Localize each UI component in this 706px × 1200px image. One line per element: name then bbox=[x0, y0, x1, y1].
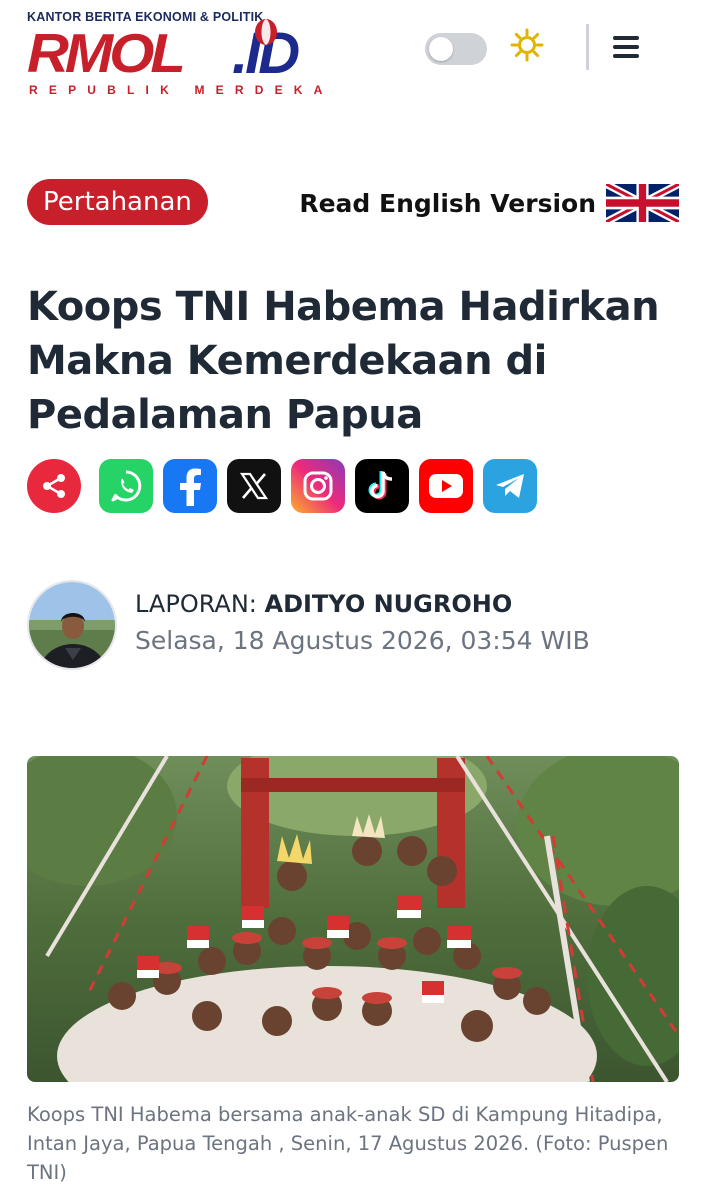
rmol-logo[interactable]: KANTOR BERITA EKONOMI & POLITIK RMOL .ID… bbox=[27, 10, 347, 100]
logo-word-rmol: RMOL bbox=[27, 22, 186, 85]
author-avatar bbox=[27, 580, 117, 670]
author-name[interactable]: ADITYO NUGROHO bbox=[265, 590, 513, 618]
tiktok-icon[interactable] bbox=[355, 459, 409, 513]
uk-flag-icon bbox=[606, 184, 679, 222]
sun-icon[interactable] bbox=[510, 28, 544, 62]
publish-date: Selasa, 18 Agustus 2026, 03:54 WIB bbox=[135, 626, 590, 655]
logo-wordmark: RMOL .ID bbox=[27, 19, 347, 88]
category-badge[interactable]: Pertahanan bbox=[27, 179, 208, 225]
share-icon[interactable] bbox=[27, 459, 81, 513]
hamburger-menu-icon[interactable] bbox=[610, 33, 642, 61]
whatsapp-icon[interactable] bbox=[99, 459, 153, 513]
article-title: Koops TNI Habema Hadirkan Makna Kemerdek… bbox=[27, 284, 660, 438]
header-divider bbox=[586, 24, 589, 70]
read-english-link[interactable]: Read English Version bbox=[299, 182, 679, 224]
toggle-knob bbox=[429, 37, 453, 61]
x-icon[interactable] bbox=[227, 459, 281, 513]
facebook-icon[interactable] bbox=[163, 459, 217, 513]
logo-subtitle: REPUBLIK MERDEKA bbox=[29, 83, 334, 97]
photo-caption: Koops TNI Habema bersama anak-anak SD di… bbox=[27, 1103, 669, 1184]
article-photo[interactable] bbox=[27, 756, 679, 1082]
telegram-icon[interactable] bbox=[483, 459, 537, 513]
instagram-icon[interactable] bbox=[291, 459, 345, 513]
author-label: LAPORAN: bbox=[135, 590, 265, 618]
theme-toggle[interactable] bbox=[425, 33, 487, 65]
author-line: LAPORAN: ADITYO NUGROHO bbox=[135, 590, 512, 618]
balloon-icon bbox=[255, 19, 277, 56]
youtube-icon[interactable] bbox=[419, 459, 473, 513]
read-english-label: Read English Version bbox=[299, 188, 596, 218]
site-header: KANTOR BERITA EKONOMI & POLITIK RMOL .ID… bbox=[0, 0, 706, 110]
